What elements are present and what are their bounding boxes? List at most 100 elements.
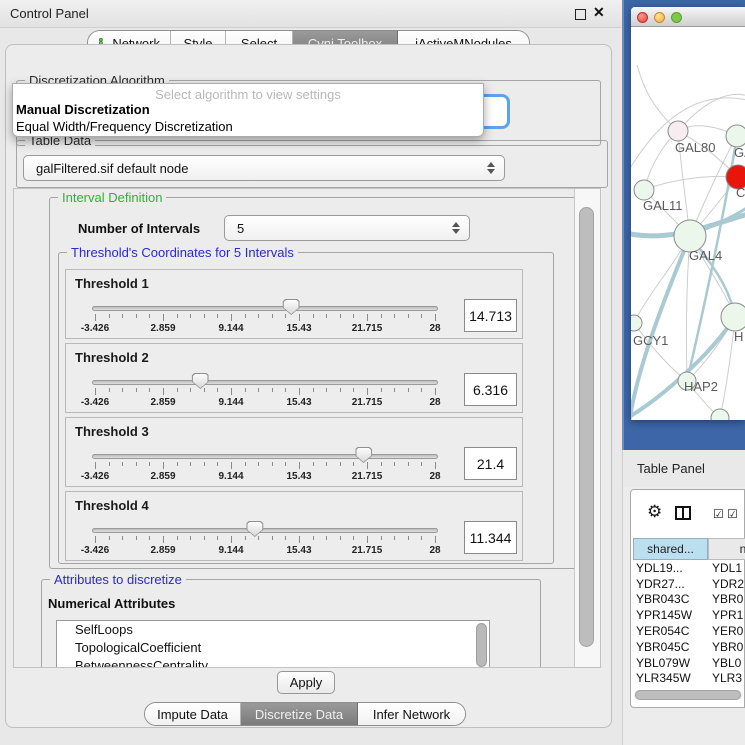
gear-icon[interactable]: ⚙ <box>647 503 662 520</box>
table-data-group: Table Data galFiltered.sif default node <box>16 140 608 188</box>
tab-impute-data-label: Impute Data <box>157 707 228 722</box>
slider-scale: -3.4262.8599.14415.4321.71528 <box>95 300 435 338</box>
node-table: ⚙ ☑ ☑ shared... n YDL19...YDL1 YDR27...Y… <box>630 489 745 708</box>
thresholds-group-title: Threshold's Coordinates for 5 Intervals <box>67 245 298 260</box>
node-top-right[interactable] <box>726 125 745 147</box>
table-data-combobox-value: galFiltered.sif default node <box>24 161 188 176</box>
close-traffic-light-icon[interactable] <box>637 12 648 23</box>
threshold-1-row: Threshold 1 -3.4262.8599.14415.4321.7152… <box>65 269 523 339</box>
cell: YER054C <box>633 624 708 638</box>
cell: YBR0 <box>708 640 745 654</box>
tab-infer-network[interactable]: Infer Network <box>358 703 465 725</box>
cell: YPR145W <box>633 608 708 622</box>
threshold-2-value-field[interactable]: 6.316 <box>464 373 517 406</box>
threshold-1-slider[interactable]: -3.4262.8599.14415.4321.71528 <box>92 300 438 338</box>
checkbox-icon[interactable]: ☑ <box>713 508 724 520</box>
list-scrollbar-thumb[interactable] <box>476 623 487 667</box>
list-item[interactable]: BetweennessCentrality <box>57 657 489 668</box>
cell: YPR1 <box>708 608 745 622</box>
slider-thumb[interactable] <box>192 373 209 389</box>
cell: YBR043C <box>633 592 708 606</box>
network-graph: GAL80 GA C GAL11 GAL4 GCY1 H HAP2 <box>631 27 745 420</box>
number-of-intervals-label: Number of Intervals <box>78 221 200 236</box>
cell: YLR3 <box>708 671 745 685</box>
slider-thumb[interactable] <box>283 299 300 315</box>
number-of-intervals-value: 5 <box>225 221 244 236</box>
node-label: GAL80 <box>675 140 715 155</box>
tab-discretize-data[interactable]: Discretize Data <box>241 703 358 725</box>
table-row[interactable]: YLR345WYLR3 <box>633 671 745 687</box>
node-label: H <box>734 329 743 344</box>
list-item[interactable]: TopologicalCoefficient <box>57 639 489 657</box>
network-canvas[interactable]: GAL80 GA C GAL11 GAL4 GCY1 H HAP2 <box>631 27 745 420</box>
node-label: GA <box>734 145 745 160</box>
tab-infer-network-label: Infer Network <box>373 707 450 722</box>
bottom-tabbar: Impute Data Discretize Data Infer Networ… <box>144 702 466 726</box>
table-row[interactable]: YBL079WYBL0 <box>633 655 745 671</box>
threshold-1-label: Threshold 1 <box>75 276 149 291</box>
table-row[interactable]: YDL19...YDL1 <box>633 560 745 576</box>
cell: YDR2 <box>708 577 745 591</box>
network-view-window: GAL80 GA C GAL11 GAL4 GCY1 H HAP2 <box>631 7 745 420</box>
table-row[interactable]: YER054CYER0 <box>633 623 745 639</box>
combobox-arrows-icon <box>452 222 460 234</box>
node-label: GAL11 <box>643 198 683 213</box>
node-gcy1[interactable] <box>631 315 642 331</box>
table-row[interactable]: YBR043CYBR0 <box>633 592 745 608</box>
table-row[interactable]: YPR145WYPR1 <box>633 607 745 623</box>
table-data-combobox[interactable]: galFiltered.sif default node <box>23 155 505 181</box>
interval-definition-group-title: Interval Definition <box>58 190 166 205</box>
threshold-4-slider[interactable]: -3.4262.8599.14415.4321.71528 <box>92 522 438 560</box>
node-label: HAP2 <box>684 379 718 394</box>
control-panel-titlebar: Control Panel ✕ <box>0 0 622 28</box>
combobox-arrows-icon <box>487 162 495 174</box>
settings-scrollpane: Interval Definition Number of Intervals … <box>13 188 601 668</box>
slider-thumb[interactable] <box>246 521 263 537</box>
settings-scrollbar-thumb[interactable] <box>579 207 594 647</box>
threshold-1-value-field[interactable]: 14.713 <box>464 299 517 332</box>
network-window-titlebar[interactable] <box>631 7 745 27</box>
node-right[interactable] <box>721 303 745 331</box>
thresholds-group: Threshold's Coordinates for 5 Intervals … <box>58 252 554 564</box>
node-gal11[interactable] <box>634 180 654 200</box>
dropdown-item-manual-discretization[interactable]: Manual Discretization <box>16 102 150 117</box>
close-icon[interactable]: ✕ <box>593 4 605 21</box>
cell: YDL1 <box>708 561 745 575</box>
algorithm-dropdown-hint: Select algorithm to view settings <box>13 87 483 102</box>
apply-button[interactable]: Apply <box>277 671 335 694</box>
table-row[interactable]: YIL052CYIL0 <box>633 686 745 688</box>
checkbox-icon[interactable]: ☑ <box>727 508 738 520</box>
list-item[interactable]: SelfLoops <box>57 621 489 639</box>
column-header-name[interactable]: n <box>708 538 745 560</box>
minimize-traffic-light-icon[interactable] <box>654 12 665 23</box>
numerical-attributes-list[interactable]: SelfLoops TopologicalCoefficient Between… <box>56 620 490 668</box>
column-header-shared-name[interactable]: shared... <box>633 538 708 560</box>
cell: YER0 <box>708 624 745 638</box>
table-row[interactable]: YBR045CYBR0 <box>633 639 745 655</box>
table-header-row: shared... n <box>633 538 745 560</box>
threshold-3-row: Threshold 3 -3.4262.8599.14415.4321.7152… <box>65 417 523 487</box>
threshold-3-slider[interactable]: -3.4262.8599.14415.4321.71528 <box>92 448 438 486</box>
columns-icon[interactable] <box>675 506 691 520</box>
table-horizontal-scrollbar[interactable] <box>634 690 743 700</box>
node-bottom[interactable] <box>711 409 729 420</box>
numerical-attributes-label: Numerical Attributes <box>48 596 175 611</box>
threshold-2-label: Threshold 2 <box>75 350 149 365</box>
float-window-icon[interactable] <box>575 9 586 20</box>
zoom-traffic-light-icon[interactable] <box>671 12 682 23</box>
dropdown-item-equal-width-frequency[interactable]: Equal Width/Frequency Discretization <box>16 119 233 134</box>
number-of-intervals-combobox[interactable]: 5 <box>224 215 470 241</box>
settings-scrollbar[interactable] <box>574 189 600 667</box>
table-horizontal-scrollbar-thumb[interactable] <box>635 690 741 700</box>
threshold-4-value-field[interactable]: 11.344 <box>464 521 517 554</box>
cell: YBR045C <box>633 640 708 654</box>
cell: YLR345W <box>633 671 708 685</box>
slider-thumb[interactable] <box>355 447 372 463</box>
cell: YBR0 <box>708 592 745 606</box>
threshold-3-value-field[interactable]: 21.4 <box>464 447 517 480</box>
cell: YDR27... <box>633 577 708 591</box>
threshold-2-slider[interactable]: -3.4262.8599.14415.4321.71528 <box>92 374 438 412</box>
node-gal80[interactable] <box>668 121 688 141</box>
table-row[interactable]: YDR27...YDR2 <box>633 576 745 592</box>
tab-impute-data[interactable]: Impute Data <box>145 703 241 725</box>
